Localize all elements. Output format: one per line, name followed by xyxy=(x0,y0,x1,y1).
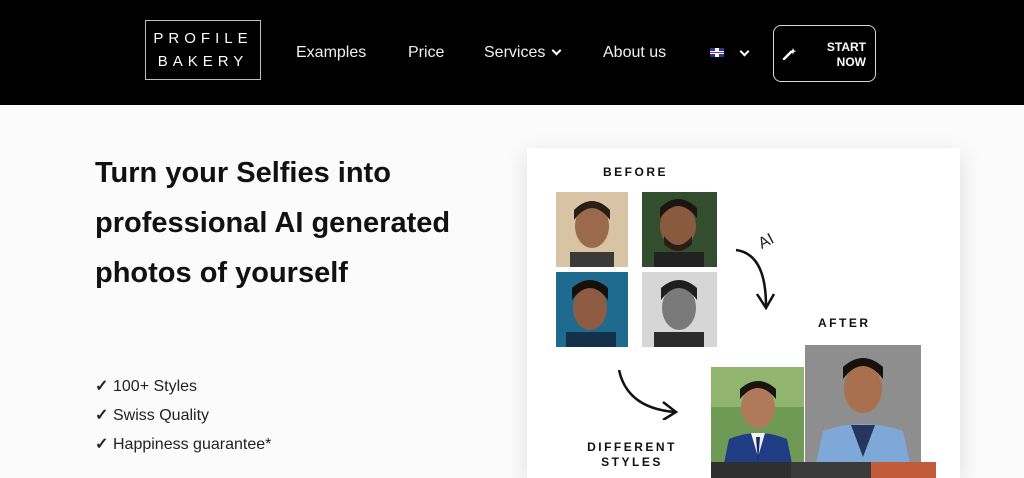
feature-item: ✓ 100+ Styles xyxy=(95,376,271,405)
feature-item: ✓ Swiss Quality xyxy=(95,405,271,434)
uk-flag-icon[interactable] xyxy=(710,48,724,57)
chevron-down-icon xyxy=(551,45,562,56)
nav-services[interactable]: Services xyxy=(484,44,562,62)
logo-line-1: PROFILE xyxy=(153,30,253,47)
after-photo xyxy=(805,345,921,478)
styles-label-line-2: STYLES xyxy=(601,455,663,469)
before-photo xyxy=(556,272,628,347)
start-now-line-1: START xyxy=(826,40,866,54)
check-icon: ✓ xyxy=(95,436,109,453)
nav-price[interactable]: Price xyxy=(408,44,444,62)
logo[interactable]: PROFILE BAKERY xyxy=(145,20,261,80)
before-photo xyxy=(556,192,628,267)
magic-wand-icon xyxy=(782,48,797,60)
curved-arrow-icon xyxy=(735,248,776,311)
feature-text: 100+ Styles xyxy=(113,378,198,395)
check-icon: ✓ xyxy=(95,378,109,395)
feature-text: Swiss Quality xyxy=(113,407,210,424)
feature-list: ✓ 100+ Styles ✓ Swiss Quality ✓ Happiness g… xyxy=(95,376,271,463)
nav-services-label: Services xyxy=(484,44,546,61)
start-now-label: START NOW xyxy=(808,40,866,70)
top-navbar: PROFILE BAKERY Examples Price Services A… xyxy=(0,0,1024,105)
start-now-line-2: NOW xyxy=(836,55,866,69)
before-label: BEFORE xyxy=(603,165,669,179)
feature-item: ✓ Happiness guarantee* xyxy=(95,434,271,463)
after-photo-strip xyxy=(711,462,936,478)
before-after-showcase: BEFORE AI AFTER DIFFERENT STYLES xyxy=(527,148,960,478)
start-now-button[interactable]: START NOW xyxy=(773,25,876,82)
after-label: AFTER xyxy=(818,316,871,330)
styles-label-line-1: DIFFERENT xyxy=(587,440,677,454)
nav-examples[interactable]: Examples xyxy=(296,44,366,62)
feature-text: Happiness guarantee* xyxy=(113,436,272,453)
curved-arrow-icon xyxy=(617,369,679,420)
different-styles-label: DIFFERENT STYLES xyxy=(577,440,687,470)
logo-line-2: BAKERY xyxy=(157,53,249,70)
nav-about-us[interactable]: About us xyxy=(603,44,666,62)
language-chevron-down-icon[interactable] xyxy=(739,46,750,57)
hero-headline: Turn your Selfies into professional AI g… xyxy=(95,157,451,289)
before-photo xyxy=(642,192,717,267)
before-photo xyxy=(642,272,717,347)
check-icon: ✓ xyxy=(95,407,109,424)
